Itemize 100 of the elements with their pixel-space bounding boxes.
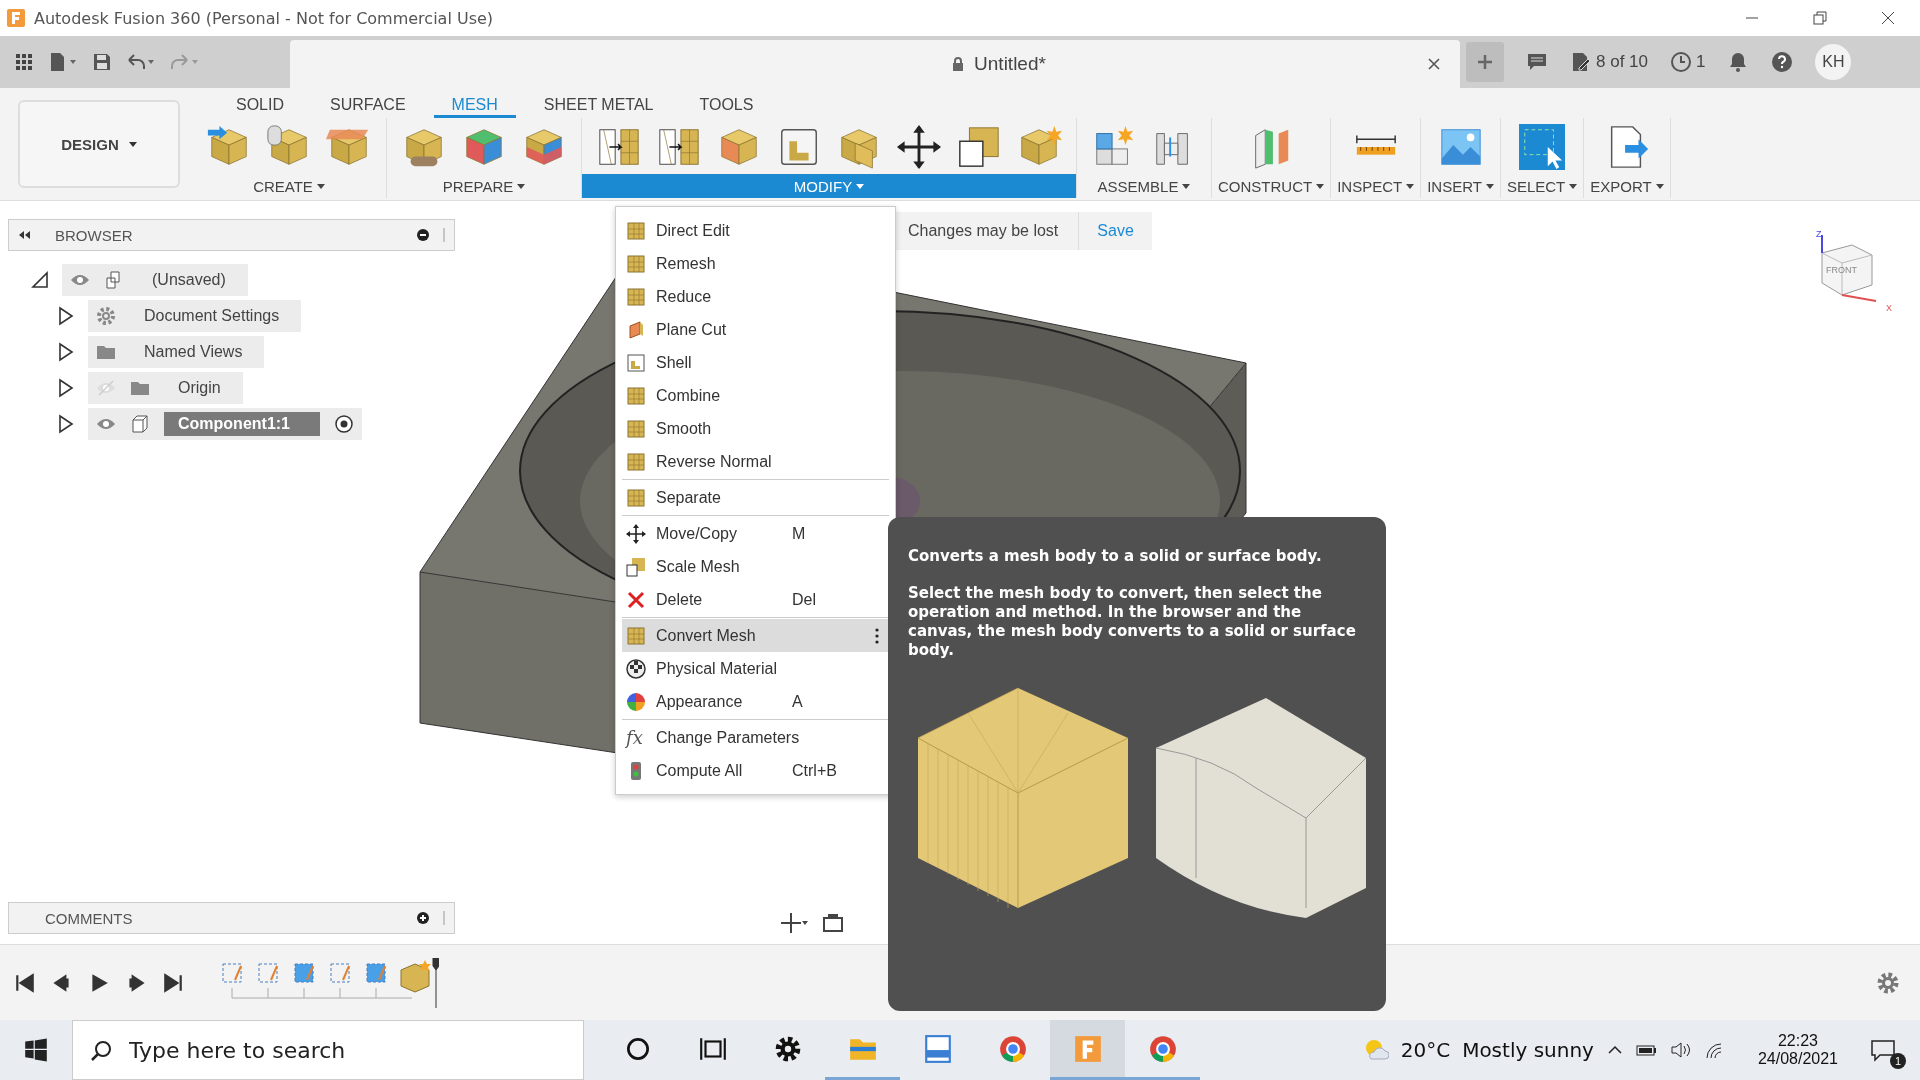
tooltip-description: Select the mesh body to convert, then select the operation and method. In the browser and the canvas, the mesh body converts to a solid or surface body.	[908, 584, 1357, 660]
camera-icon[interactable]	[822, 912, 844, 934]
group-menu-button[interactable]: INSPECT	[1331, 174, 1421, 198]
temperature[interactable]: 20°C	[1400, 1038, 1451, 1062]
menu-item[interactable]: Direct Edit	[622, 214, 889, 247]
expand-toggle-icon[interactable]	[56, 414, 76, 434]
menu-item[interactable]: Convert Mesh	[622, 619, 889, 652]
menu-item-label: Scale Mesh	[656, 557, 740, 576]
group-menu-button[interactable]: CREATE	[192, 174, 386, 198]
menu-item[interactable]: Reduce	[622, 280, 889, 313]
clock-button[interactable]: 22:23 24/08/2021	[1757, 1032, 1838, 1068]
formula-glyph: fx	[626, 727, 644, 748]
expand-toggle-icon[interactable]	[56, 378, 76, 398]
restore-icon[interactable]	[1812, 10, 1828, 26]
mesh-icon	[626, 220, 646, 241]
document-title: Untitled*	[974, 53, 1046, 75]
checker-sphere-icon	[626, 658, 646, 679]
expand-toggle-icon[interactable]	[56, 306, 76, 326]
file-icon[interactable]	[48, 52, 78, 72]
move-tool-icon[interactable]	[896, 124, 942, 170]
view-cube-face: FRONT	[1826, 265, 1857, 275]
menu-item[interactable]: Compute All Ctrl+B	[622, 754, 889, 787]
group-menu-button[interactable]: SELECT	[1500, 174, 1584, 198]
scale-icon	[626, 556, 646, 577]
archive-icon	[922, 1033, 953, 1064]
timeline-features-drawing[interactable]	[219, 957, 439, 1008]
scale-tool-icon[interactable]	[956, 124, 1002, 170]
caret-icon	[316, 183, 325, 189]
save-icon[interactable]	[92, 52, 112, 72]
mesh-icon	[626, 625, 646, 646]
browser-logo-icon	[997, 1033, 1028, 1064]
menu-item-label: Shell	[656, 353, 692, 372]
group-menu-button[interactable]: INSERT	[1421, 174, 1500, 198]
ribbon-tab[interactable]: SHEET METAL	[525, 88, 672, 118]
group-menu-button[interactable]: EXPORT	[1584, 174, 1670, 198]
plus-icon[interactable]	[416, 911, 430, 925]
menu-item[interactable]: fx Change Parameters	[622, 721, 889, 754]
clock-date: 24/08/2021	[1757, 1050, 1838, 1068]
select-tool-icon[interactable]	[1519, 124, 1566, 170]
orbit-icon[interactable]	[780, 912, 810, 934]
group-menu-button[interactable]: CONSTRUCT	[1212, 174, 1331, 198]
user-avatar[interactable]: KH	[1815, 44, 1852, 80]
menu-item[interactable]: Combine	[622, 379, 889, 412]
job-status-button[interactable]: 8 of 10	[1570, 51, 1648, 73]
undo-icon[interactable]	[126, 52, 156, 72]
activate-radio-icon[interactable]	[334, 414, 354, 434]
minus-icon[interactable]	[416, 228, 430, 242]
caret-icon	[856, 183, 865, 189]
group-menu-button[interactable]: ASSEMBLE	[1077, 174, 1211, 198]
menu-item[interactable]: Scale Mesh	[622, 550, 889, 583]
document-tab[interactable]: Untitled*	[290, 40, 1460, 88]
ribbon-tab[interactable]: TOOLS	[681, 88, 772, 118]
menu-item[interactable]: Reverse Normal	[622, 445, 889, 478]
ribbon-tab[interactable]: SOLID	[218, 88, 302, 118]
caret-icon	[1316, 183, 1325, 189]
notification-icon[interactable]	[1870, 1037, 1896, 1063]
app-logo-icon	[6, 8, 26, 28]
expand-toggle-icon[interactable]	[56, 342, 76, 362]
menu-item[interactable]: Smooth	[622, 412, 889, 445]
first-frame-icon[interactable]	[14, 971, 36, 994]
menu-item[interactable]: Separate	[622, 481, 889, 514]
menu-item[interactable]: Appearance A	[622, 685, 889, 718]
windows-start-icon[interactable]	[24, 1038, 48, 1062]
axis-label: X	[1886, 303, 1892, 313]
grid-menu-icon[interactable]	[14, 52, 34, 72]
menu-item-label: Remesh	[656, 254, 716, 273]
menu-item[interactable]: Physical Material	[622, 652, 889, 685]
chat-icon[interactable]	[1526, 51, 1548, 73]
menu-item[interactable]: Delete Del	[622, 583, 889, 616]
group-menu-button[interactable]: PREPARE	[387, 174, 581, 198]
tree-item-label[interactable]: Component1:1	[164, 412, 320, 436]
more-options-icon[interactable]	[875, 627, 879, 644]
search-field[interactable]: Type here to search	[72, 1020, 584, 1080]
menu-item[interactable]: Plane Cut	[622, 313, 889, 346]
plus-icon	[1475, 52, 1495, 72]
close-icon[interactable]	[1426, 56, 1442, 72]
cad-taskbar-button[interactable]	[1050, 1020, 1125, 1080]
menu-item[interactable]: Shell	[622, 346, 889, 379]
menu-item-label: Reduce	[656, 287, 712, 306]
menu-item[interactable]: Remesh	[622, 247, 889, 280]
collapse-icon[interactable]	[17, 228, 31, 242]
workspace-button[interactable]: DESIGN	[18, 100, 180, 188]
ribbon-tab[interactable]: SURFACE	[312, 88, 424, 118]
new-tab-button[interactable]	[1466, 42, 1504, 82]
close-icon[interactable]	[1880, 10, 1896, 26]
weather-condition[interactable]: Mostly sunny	[1462, 1038, 1594, 1062]
menu-item-label: Reverse Normal	[656, 452, 772, 471]
move-icon	[626, 523, 646, 544]
settings-icon[interactable]	[1876, 970, 1900, 995]
help-icon[interactable]	[1771, 51, 1794, 73]
last-frame-icon[interactable]	[162, 971, 184, 994]
menu-item-label: Appearance	[656, 692, 743, 711]
expand-toggle-icon[interactable]	[30, 270, 50, 290]
app-logo-icon	[1072, 1033, 1103, 1064]
delete-icon	[626, 589, 646, 610]
menu-item[interactable]: Move/Copy M	[622, 517, 889, 550]
version-button[interactable]: 1	[1670, 51, 1706, 73]
group-menu-button[interactable]: MODIFY	[582, 174, 1076, 198]
speaker-icon[interactable]	[1669, 1039, 1692, 1061]
menu-item-label: Physical Material	[656, 659, 777, 678]
